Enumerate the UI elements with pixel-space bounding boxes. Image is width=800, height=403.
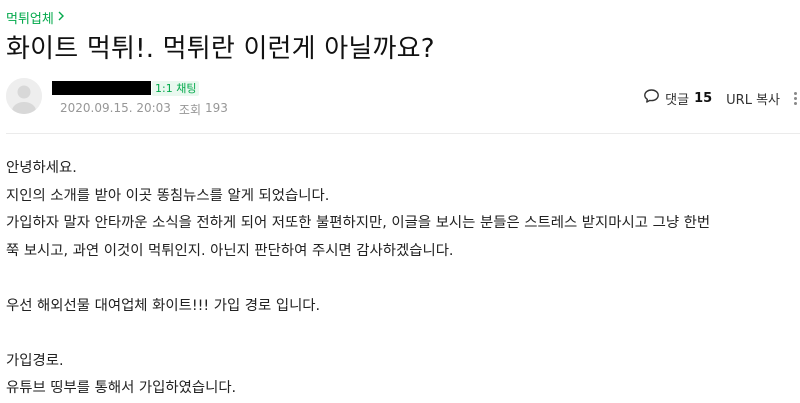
comment-label: 댓글 (665, 92, 690, 108)
author-name[interactable]: ████████████ (52, 81, 151, 95)
post-actions: 댓글 15 URL 복사 (643, 88, 800, 108)
url-copy-button[interactable]: URL 복사 (726, 89, 780, 108)
chevron-right-icon (56, 10, 66, 26)
page-title: 화이트 먹튀!. 먹튀란 이런게 아닐까요? (6, 34, 435, 64)
vertical-ellipsis-icon[interactable] (790, 91, 800, 105)
divider (6, 133, 800, 134)
post-date: 2020.09.15. 20:03 (60, 101, 171, 115)
content-line: 우선 해외선물 대여업체 화이트!!! 가입 경로 입니다. (6, 297, 321, 314)
comment-count: 15 (694, 90, 713, 106)
content-line: 가입경로. (6, 352, 64, 369)
content-line (6, 265, 800, 293)
view-count-value: 193 (205, 101, 228, 115)
breadcrumb-label: 먹튀업체 (6, 12, 54, 27)
breadcrumb[interactable]: 먹튀업체 (6, 8, 66, 27)
view-count: 조회 193 (179, 101, 228, 118)
content-line: 가입하자 말자 안타까운 소식을 전하게 되어 저또한 불편하지만, 이글을 보… (6, 215, 711, 231)
comment-button[interactable]: 댓글 15 (643, 88, 712, 108)
content-line: 유튜브 띵부를 통해서 가입하였습니다. (6, 380, 237, 396)
content-line: 쭉 보시고, 과연 이것이 먹튀인지. 아닌지 판단하여 주시면 감사하겠습니다… (6, 242, 454, 259)
post-meta: 2020.09.15. 20:03 조회 193 (60, 101, 228, 118)
author-row: ████████████ 1:1 채팅 (52, 80, 200, 96)
post-content: 안녕하세요. 지인의 소개를 받아 이곳 똥침뉴스를 알게 되었습니다. 가입하… (6, 155, 800, 403)
view-count-label: 조회 (178, 103, 202, 117)
content-line: 지인의 소개를 받아 이곳 똥침뉴스를 알게 되었습니다. (6, 187, 330, 204)
content-line (6, 320, 800, 348)
comment-icon (643, 88, 660, 108)
content-line: 안녕하세요. (6, 160, 77, 176)
default-avatar-icon (6, 78, 42, 114)
avatar[interactable] (6, 78, 42, 114)
chat-button[interactable]: 1:1 채팅 (152, 80, 200, 96)
